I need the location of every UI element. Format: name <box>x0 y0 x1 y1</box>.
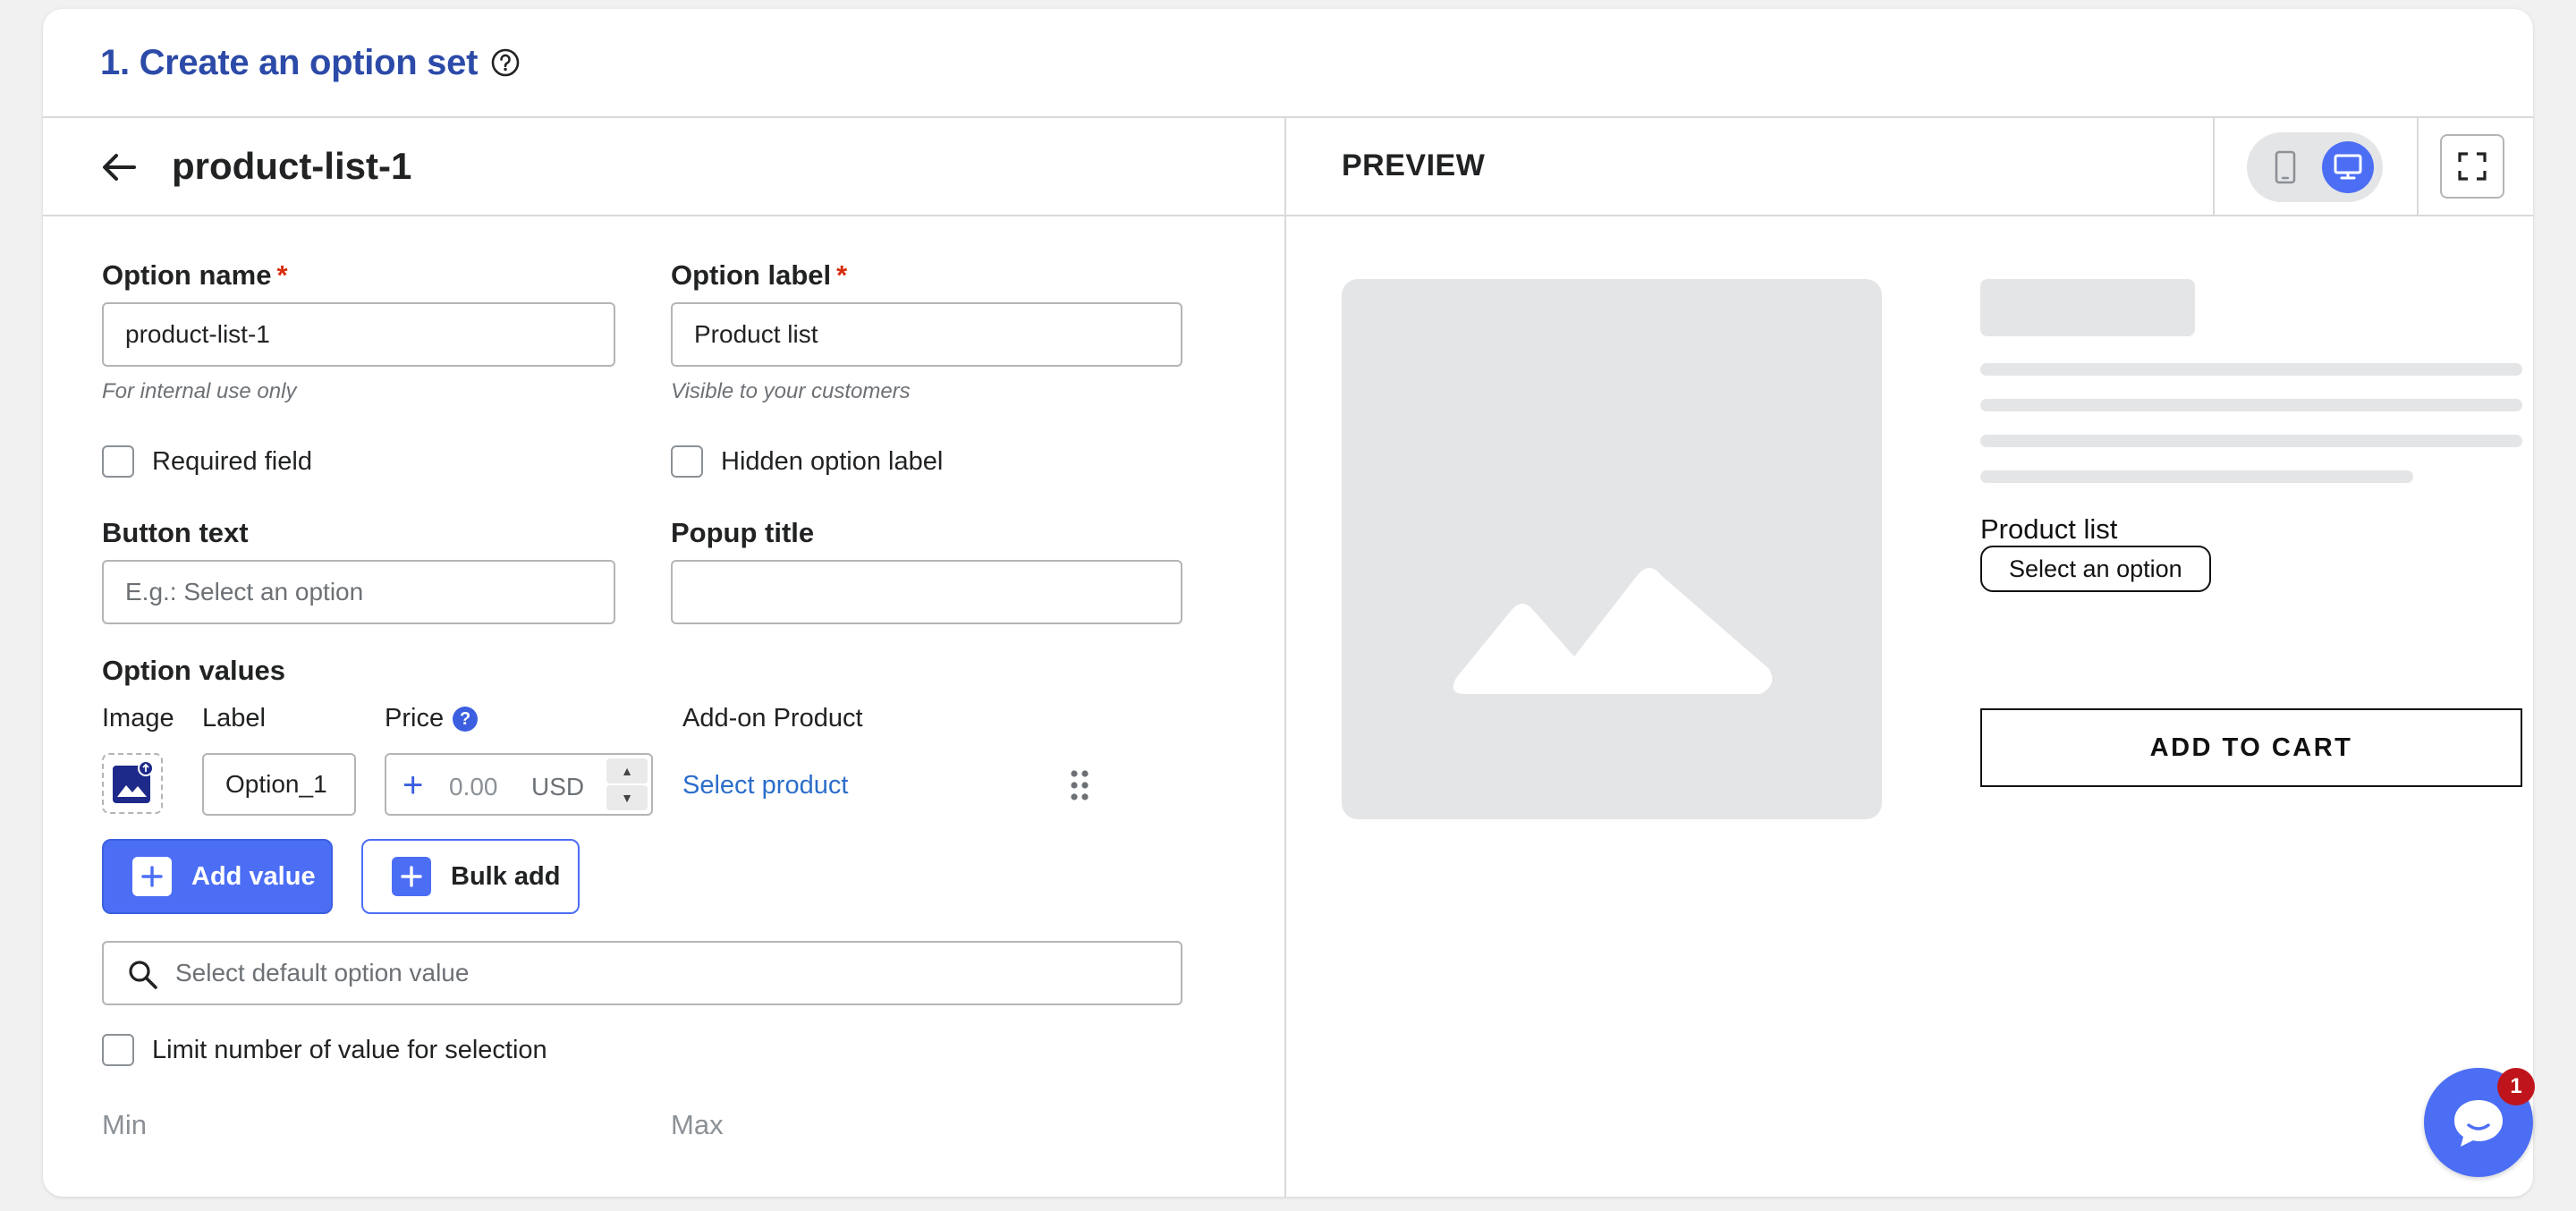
default-option-search[interactable] <box>102 941 1182 1005</box>
device-toggle[interactable] <box>2247 132 2383 202</box>
editor-toolbar: product-list-1 <box>43 118 1284 216</box>
stepper-up-icon[interactable]: ▲ <box>606 758 648 783</box>
option-label-input[interactable] <box>671 302 1182 367</box>
preview-panel: PREVIEW Product list Select an option AD… <box>1286 118 2533 1197</box>
limit-checkbox-row[interactable]: Limit number of value for selection <box>102 1034 547 1066</box>
price-stepper[interactable]: ▲ ▼ <box>606 758 648 810</box>
required-field-checkbox[interactable] <box>102 445 134 478</box>
hidden-option-label-checkbox[interactable] <box>671 445 703 478</box>
fullscreen-icon <box>2458 152 2487 181</box>
divider <box>2213 118 2215 216</box>
addon-column-header: Add-on Product <box>682 704 863 733</box>
bulk-add-button[interactable]: Bulk add <box>361 839 580 914</box>
label-column-header: Label <box>202 704 266 733</box>
option-name-hint: For internal use only <box>102 379 297 403</box>
price-column-label: Price <box>385 704 445 733</box>
notification-badge: 1 <box>2497 1068 2535 1105</box>
skeleton-line <box>1980 435 2522 447</box>
product-image-placeholder <box>1342 279 1882 819</box>
skeleton-line <box>1980 363 2522 376</box>
preview-option-label: Product list <box>1980 513 2118 545</box>
question-circle-icon[interactable] <box>490 47 521 78</box>
add-value-label: Add value <box>191 861 316 891</box>
option-label-label-text: Option label <box>671 259 832 291</box>
add-to-cart-button[interactable]: ADD TO CART <box>1980 708 2522 787</box>
popup-title-label: Popup title <box>671 517 815 548</box>
option-image-upload[interactable] <box>102 753 163 814</box>
option-name-input[interactable] <box>102 302 615 367</box>
back-arrow-icon[interactable] <box>98 147 140 188</box>
desktop-device-icon[interactable] <box>2322 141 2374 193</box>
image-placeholder-icon <box>1453 568 1773 694</box>
stepper-down-icon[interactable]: ▼ <box>606 785 648 810</box>
required-field-label: Required field <box>152 446 312 476</box>
currency-label: USD <box>531 773 585 800</box>
option-values-heading: Option values <box>102 655 285 686</box>
option-label-label: Option label * <box>671 259 847 292</box>
required-asterisk: * <box>276 259 288 291</box>
add-value-button[interactable]: Add value <box>102 839 333 914</box>
skeleton-title <box>1980 279 2195 336</box>
page-title: 1. Create an option set <box>100 42 479 82</box>
option-set-card: 1. Create an option set product-list-1 O… <box>43 9 2533 1197</box>
price-input[interactable]: + 0.00 USD ▲ ▼ <box>385 753 653 816</box>
price-help-icon[interactable]: ? <box>453 707 479 732</box>
image-column-header: Image <box>102 704 174 733</box>
card-header: 1. Create an option set <box>43 9 2533 118</box>
chat-icon <box>2454 1100 2503 1147</box>
option-editor-panel: product-list-1 Option name* For internal… <box>43 118 1286 1197</box>
limit-label: Limit number of value for selection <box>152 1035 547 1064</box>
button-text-label: Button text <box>102 517 249 548</box>
button-text-input[interactable] <box>102 560 615 624</box>
drag-handle-icon[interactable] <box>1068 767 1091 803</box>
preview-toolbar: PREVIEW <box>1286 118 2533 216</box>
popup-title-input[interactable] <box>671 560 1182 624</box>
plus-icon <box>392 857 431 896</box>
hidden-option-label-label: Hidden option label <box>721 446 944 476</box>
preview-title: PREVIEW <box>1342 148 1486 182</box>
bulk-add-label: Bulk add <box>451 861 561 891</box>
preview-select-option-button[interactable]: Select an option <box>1980 546 2211 592</box>
chat-widget-button[interactable]: 1 <box>2424 1068 2535 1177</box>
mobile-device-icon[interactable] <box>2265 147 2306 188</box>
hidden-option-label-checkbox-row[interactable]: Hidden option label <box>671 445 943 478</box>
search-icon <box>129 961 157 989</box>
option-name-label-text: Option name <box>102 259 272 291</box>
fullscreen-button[interactable] <box>2440 134 2504 199</box>
max-label: Max <box>671 1109 724 1140</box>
plus-icon[interactable]: + <box>402 767 423 803</box>
skeleton-line <box>1980 399 2522 411</box>
skeleton-line <box>1980 470 2413 483</box>
limit-checkbox[interactable] <box>102 1034 134 1066</box>
option-name-label: Option name * <box>102 259 288 292</box>
option-label-hint: Visible to your customers <box>671 379 911 403</box>
required-asterisk: * <box>836 259 848 291</box>
min-label: Min <box>102 1109 147 1140</box>
divider <box>2417 118 2419 216</box>
required-field-checkbox-row[interactable]: Required field <box>102 445 312 478</box>
option-value-label-input[interactable] <box>202 753 356 816</box>
default-option-search-input[interactable] <box>175 943 1159 1004</box>
image-upload-icon <box>113 761 154 803</box>
select-product-link[interactable]: Select product <box>682 771 848 800</box>
price-value: 0.00 <box>449 773 498 800</box>
option-set-name: product-list-1 <box>172 145 412 187</box>
plus-icon <box>132 857 172 896</box>
price-column-header: Price? <box>385 704 479 733</box>
